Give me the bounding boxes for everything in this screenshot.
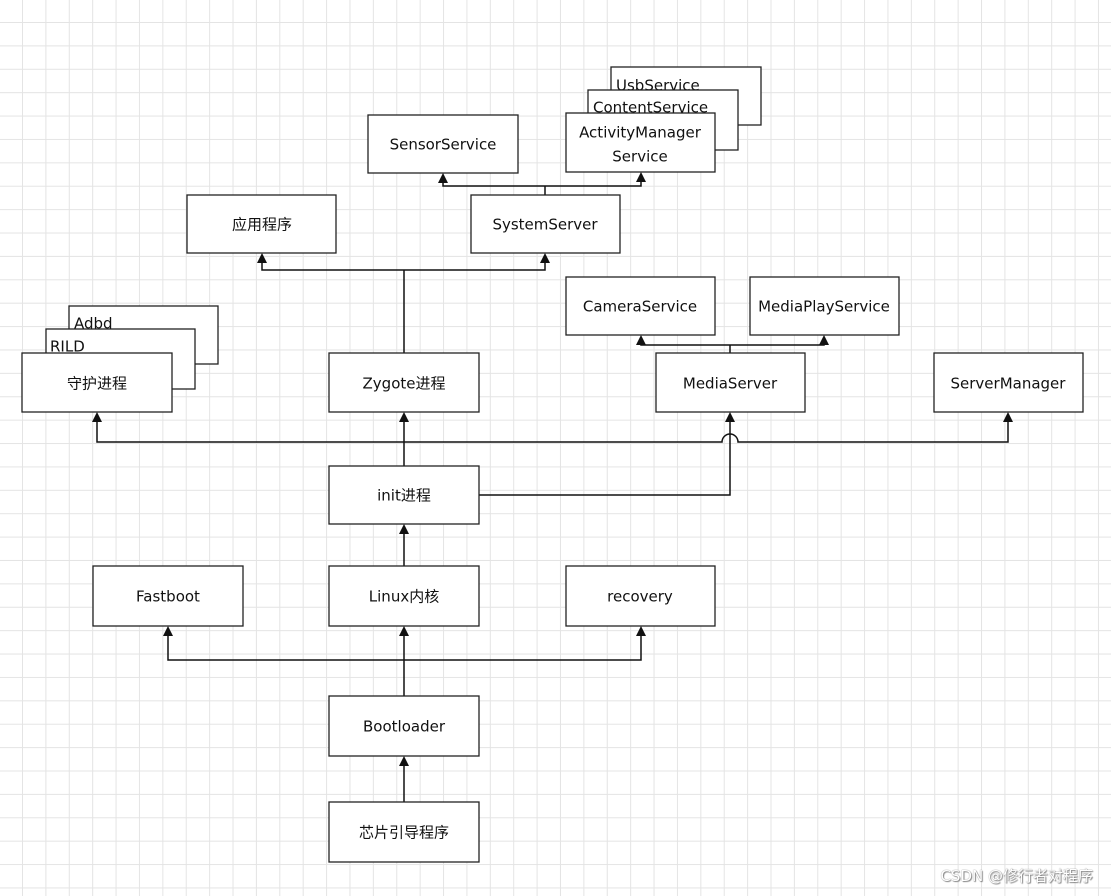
edge-init-mediaserver xyxy=(479,418,731,496)
arrow-icon xyxy=(636,172,646,182)
node-label: ActivityManager xyxy=(579,124,702,142)
node-activity-manager-service[interactable]: ActivityManager Service xyxy=(565,112,716,173)
arrow-icon xyxy=(819,335,829,345)
arrow-icon xyxy=(399,524,409,534)
boot-diagram: UsbService ContentService ActivityManage… xyxy=(21,66,1084,863)
edge-bus xyxy=(96,418,1009,443)
node-media-play-service[interactable]: MediaPlayService xyxy=(749,276,900,336)
node-server-manager[interactable]: ServerManager xyxy=(933,352,1084,413)
node-app[interactable]: 应用程序 xyxy=(186,194,337,254)
node-init[interactable]: init进程 xyxy=(328,465,480,525)
node-label: Linux内核 xyxy=(369,588,439,606)
node-label: 应用程序 xyxy=(232,216,292,234)
node-fastboot[interactable]: Fastboot xyxy=(92,565,244,627)
node-label: CameraService xyxy=(583,298,697,316)
node-label: SystemServer xyxy=(492,216,598,234)
arrow-icon xyxy=(163,626,173,636)
node-daemon[interactable]: 守护进程 xyxy=(21,352,173,413)
node-sensor-service[interactable]: SensorService xyxy=(367,114,519,174)
node-label: ServerManager xyxy=(951,375,1067,393)
node-system-server[interactable]: SystemServer xyxy=(470,194,621,254)
edge-zygote-children xyxy=(261,259,546,353)
node-camera-service[interactable]: CameraService xyxy=(565,276,716,336)
arrow-icon xyxy=(92,412,102,422)
node-label: 芯片引导程序 xyxy=(359,824,449,842)
node-label: Service xyxy=(612,148,667,166)
node-linux-kernel[interactable]: Linux内核 xyxy=(328,565,480,627)
edge-systemserver-children xyxy=(442,178,642,195)
arrowheads xyxy=(92,172,1013,766)
node-label: Bootloader xyxy=(363,718,446,736)
node-chip-bootloader[interactable]: 芯片引导程序 xyxy=(328,801,480,863)
node-label: SensorService xyxy=(390,136,497,154)
arrow-icon xyxy=(636,626,646,636)
node-label: Zygote进程 xyxy=(363,375,446,393)
arrow-icon xyxy=(438,173,448,183)
arrow-icon xyxy=(636,335,646,345)
arrow-icon xyxy=(1003,412,1013,422)
edge-mediaserver-children xyxy=(640,341,825,353)
node-recovery[interactable]: recovery xyxy=(565,565,716,627)
node-bootloader[interactable]: Bootloader xyxy=(328,695,480,757)
node-label: Fastboot xyxy=(136,588,200,606)
node-zygote[interactable]: Zygote进程 xyxy=(328,352,480,413)
watermark: CSDN @修行者对程序 xyxy=(940,867,1093,885)
node-media-server[interactable]: MediaServer xyxy=(655,352,806,413)
arrow-icon xyxy=(399,626,409,636)
edges xyxy=(96,178,1009,802)
arrow-icon xyxy=(399,412,409,422)
arrow-icon xyxy=(725,412,735,422)
arrow-icon xyxy=(257,253,267,263)
node-label: 守护进程 xyxy=(67,375,127,393)
node-label: MediaServer xyxy=(683,375,778,393)
node-label: recovery xyxy=(607,588,673,606)
arrow-icon xyxy=(540,253,550,263)
arrow-icon xyxy=(399,756,409,766)
node-label: MediaPlayService xyxy=(758,298,890,316)
node-label: init进程 xyxy=(377,487,431,505)
